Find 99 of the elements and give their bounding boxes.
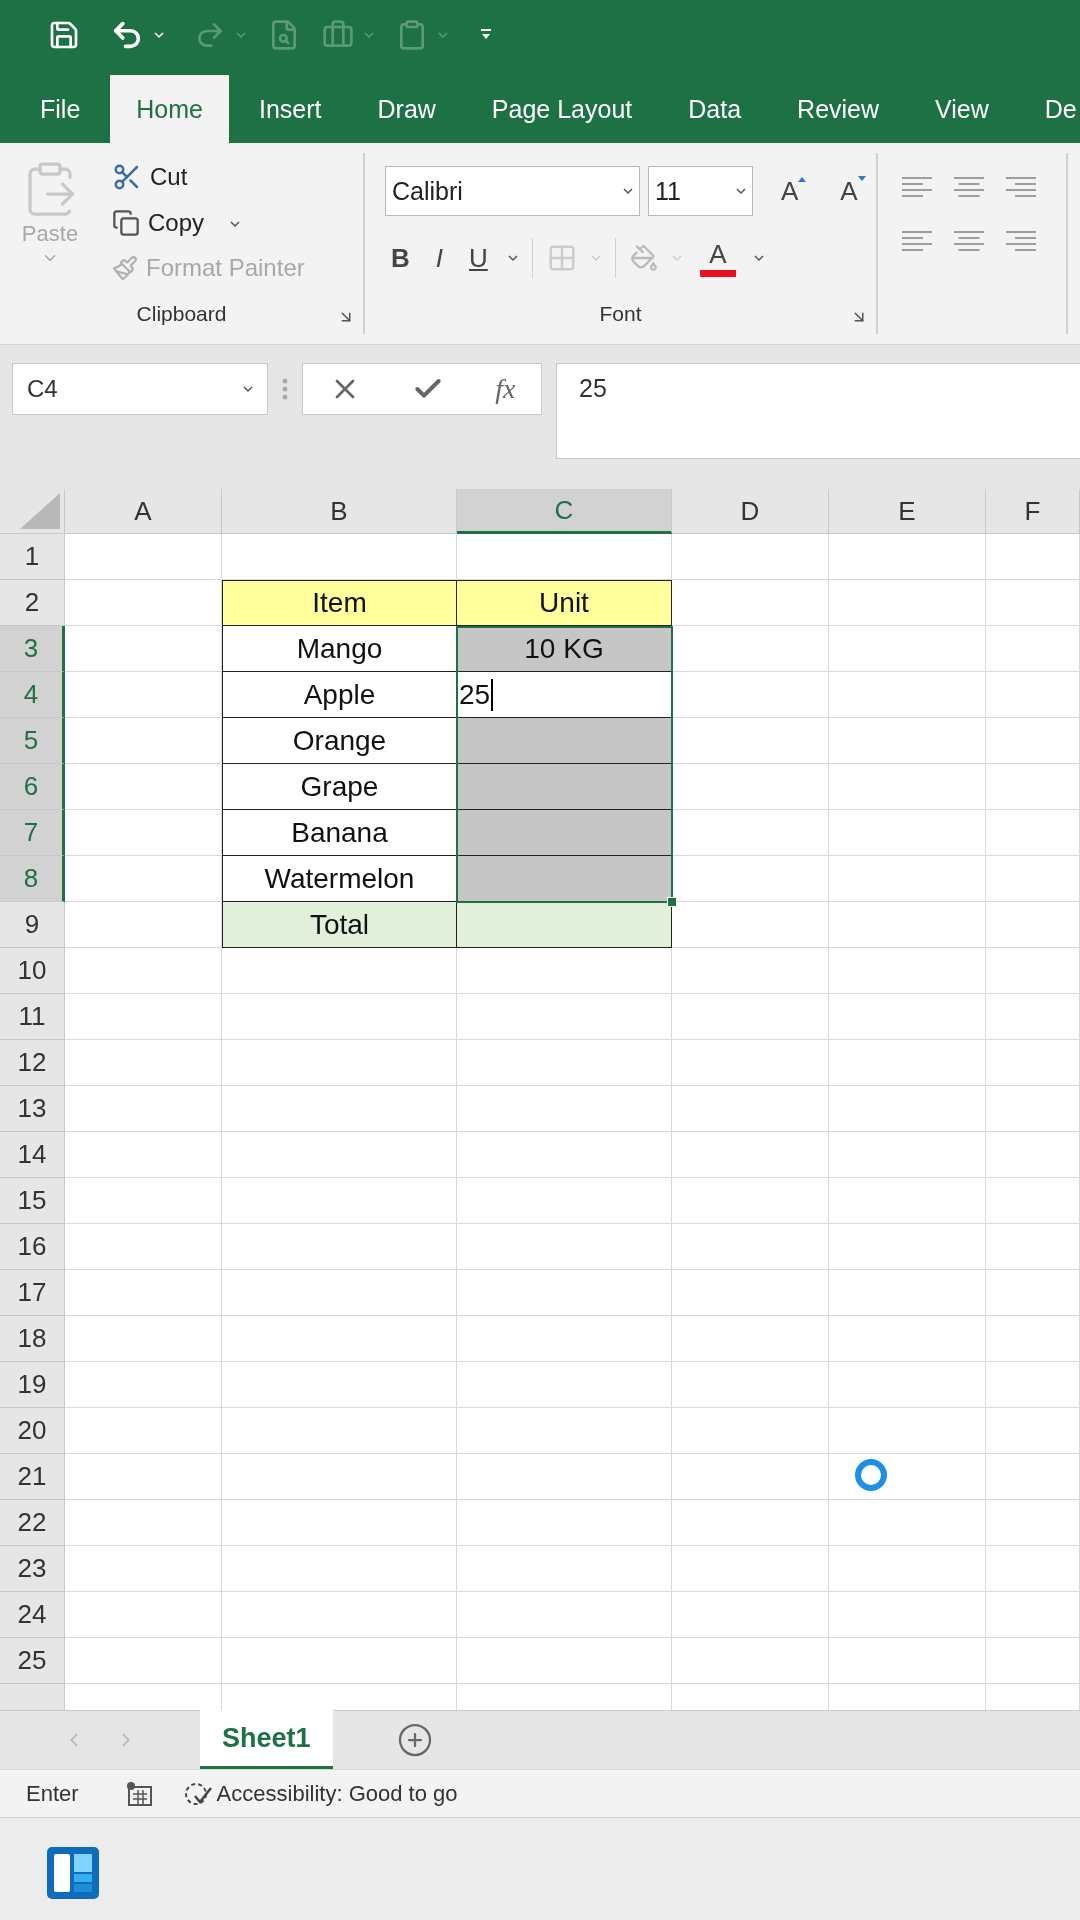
row-header[interactable]: 4	[0, 672, 65, 718]
group-label: Clipboard	[136, 302, 227, 326]
table-cell: Unit	[457, 580, 672, 626]
table-cell: Apple	[222, 672, 457, 718]
row-header[interactable]: 3	[0, 626, 65, 672]
caret-icon	[438, 31, 448, 39]
font-color-button[interactable]: A	[695, 239, 740, 277]
ribbon-tab[interactable]: Page Layout	[465, 75, 659, 143]
row-header[interactable]: 7	[0, 810, 65, 856]
ribbon-tab[interactable]: Review	[771, 75, 906, 143]
table-cell: Total	[222, 902, 457, 948]
table-cell: Banana	[222, 810, 457, 856]
align-icon	[954, 229, 984, 253]
insert-function-button[interactable]: fx	[495, 373, 516, 405]
row-header[interactable]: 10	[0, 948, 65, 994]
up-caret-icon	[798, 175, 807, 182]
caret-icon	[590, 254, 601, 262]
loading-ring-icon	[855, 1459, 887, 1491]
caret-icon	[154, 31, 164, 39]
paintbrush-icon	[112, 254, 138, 281]
row-header[interactable]: 1	[0, 534, 65, 580]
table-cell: Orange	[222, 718, 457, 764]
column-header[interactable]: A	[65, 489, 222, 534]
row-header[interactable]: 19	[0, 1362, 65, 1408]
row-header[interactable]: 23	[0, 1546, 65, 1592]
row-header[interactable]: 9	[0, 902, 65, 948]
row-header[interactable]: 13	[0, 1086, 65, 1132]
save-icon[interactable]	[48, 19, 80, 51]
caret-icon	[507, 254, 518, 262]
fill-color-icon[interactable]	[629, 244, 658, 272]
grow-font-button[interactable]: A	[775, 175, 813, 207]
name-box[interactable]: C4	[12, 363, 268, 415]
caret-icon	[736, 187, 746, 195]
caret-icon	[364, 31, 374, 39]
column-header[interactable]: D	[672, 489, 829, 534]
copy-icon	[112, 208, 140, 237]
row-header[interactable]: 6	[0, 764, 65, 810]
caret-icon	[753, 254, 764, 262]
caret-icon	[623, 187, 633, 195]
row-header[interactable]: 5	[0, 718, 65, 764]
column-header[interactable]: E	[829, 489, 986, 534]
row-header[interactable]: 8	[0, 856, 65, 902]
copy-button[interactable]: Copy	[112, 208, 205, 237]
align-icon	[902, 229, 932, 253]
row-header[interactable]: 25	[0, 1638, 65, 1684]
ribbon-tab[interactable]: Insert	[233, 75, 348, 143]
ribbon-tab[interactable]: De	[1018, 75, 1080, 143]
table-cell: Item	[222, 580, 457, 626]
font-name-field[interactable]: Calibri	[385, 166, 640, 216]
corner-triangle-icon	[20, 493, 60, 529]
shrink-font-button[interactable]: A	[834, 175, 872, 207]
cut-button[interactable]: Cut	[112, 161, 188, 192]
row-header[interactable]: 18	[0, 1316, 65, 1362]
italic-button[interactable]: I	[429, 242, 449, 274]
row-header[interactable]: 14	[0, 1132, 65, 1178]
column-header[interactable]: B	[222, 489, 457, 534]
row-header[interactable]: 24	[0, 1592, 65, 1638]
table-cell: 10 KG	[457, 626, 672, 672]
more-icon	[282, 378, 288, 400]
font-size-field[interactable]: 11	[648, 166, 753, 216]
ribbon-tab[interactable]: View	[909, 75, 1015, 143]
fill-handle[interactable]	[667, 897, 677, 907]
ribbon-tab[interactable]: Data	[662, 75, 768, 143]
sheet-tab[interactable]: Sheet1	[200, 1710, 333, 1769]
bold-button[interactable]: B	[385, 242, 416, 274]
caret-icon	[671, 254, 682, 262]
column-header[interactable]: F	[986, 489, 1080, 534]
ribbon-tab[interactable]: Draw	[351, 75, 462, 143]
row-header[interactable]: 21	[0, 1454, 65, 1500]
ribbon-tab[interactable]: File	[14, 75, 107, 143]
underline-button[interactable]: U	[463, 242, 494, 274]
caret-icon	[243, 385, 253, 393]
ribbon-tab[interactable]: Home	[110, 75, 229, 143]
align-icon	[954, 175, 984, 199]
align-icon	[1006, 229, 1036, 253]
row-header[interactable]: 15	[0, 1178, 65, 1224]
align-icon	[902, 175, 932, 199]
caret-icon	[236, 31, 246, 39]
table-cell: Mango	[222, 626, 457, 672]
formula-field[interactable]: 25	[556, 363, 1080, 459]
row-header[interactable]: 22	[0, 1500, 65, 1546]
accessibility-status[interactable]: Accessibility: Good to go	[216, 1780, 458, 1807]
align-icon	[1006, 175, 1036, 199]
caret-icon	[230, 220, 241, 228]
macro-icon[interactable]	[124, 1780, 153, 1807]
row-header[interactable]: 20	[0, 1408, 65, 1454]
row-header[interactable]: 17	[0, 1270, 65, 1316]
status-mode: Enter	[26, 1780, 79, 1807]
row-header[interactable]: 12	[0, 1040, 65, 1086]
text-cursor	[491, 678, 494, 711]
row-header[interactable]: 2	[0, 580, 65, 626]
group-label: Font	[599, 302, 642, 326]
row-header[interactable]: 11	[0, 994, 65, 1040]
app-icon[interactable]	[46, 1846, 100, 1900]
down-caret-icon	[857, 175, 866, 182]
table-cell: Watermelon	[222, 856, 457, 902]
column-header[interactable]: C	[457, 489, 672, 534]
table-cell: Grape	[222, 764, 457, 810]
row-header[interactable]: 16	[0, 1224, 65, 1270]
